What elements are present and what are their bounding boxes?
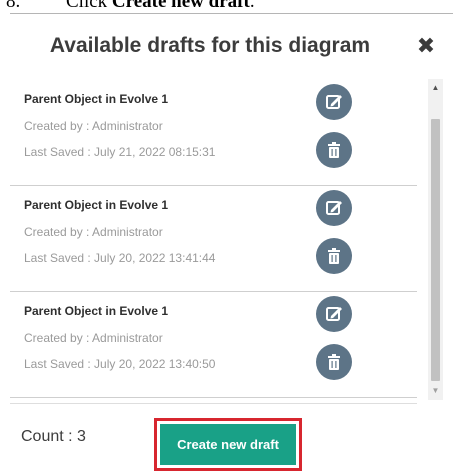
- draft-created-by: Created by : Administrator: [24, 119, 163, 133]
- draft-count: Count : 3: [21, 428, 86, 445]
- highlight-box: Create new draft: [154, 418, 302, 471]
- trash-icon: [328, 248, 340, 264]
- draft-dialog-page: 8. Click Create new draft. Available dra…: [0, 0, 453, 472]
- step-prefix: Click: [66, 0, 112, 12]
- draft-last-saved: Last Saved : July 20, 2022 13:40:50: [24, 357, 216, 371]
- draft-name: Parent Object in Evolve 1: [24, 304, 169, 318]
- draft-item: Parent Object in Evolve 1 Created by : A…: [10, 185, 417, 292]
- divider: [10, 403, 417, 404]
- step-emphasis: Create new draft: [111, 0, 250, 12]
- delete-draft-button[interactable]: [316, 132, 352, 168]
- delete-draft-button[interactable]: [316, 238, 352, 274]
- scrollbar[interactable]: ▲ ▼: [428, 79, 443, 400]
- trash-icon: [328, 354, 340, 370]
- edit-icon: [326, 307, 342, 321]
- scroll-up-arrow-icon[interactable]: ▲: [428, 79, 443, 97]
- scroll-down-arrow-icon[interactable]: ▼: [428, 382, 443, 400]
- draft-item: Parent Object in Evolve 1 Created by : A…: [10, 79, 417, 186]
- edit-icon: [326, 95, 342, 109]
- edit-icon: [326, 201, 342, 215]
- divider: [10, 13, 453, 14]
- edit-draft-button[interactable]: [316, 296, 352, 332]
- edit-draft-button[interactable]: [316, 84, 352, 120]
- step-text: Click Create new draft.: [66, 0, 255, 12]
- step-number: 8.: [6, 0, 21, 12]
- step-suffix: .: [249, 0, 255, 12]
- dialog-title: Available drafts for this diagram: [49, 34, 371, 57]
- close-icon[interactable]: ✖: [412, 32, 440, 60]
- draft-last-saved: Last Saved : July 21, 2022 08:15:31: [24, 145, 216, 159]
- draft-created-by: Created by : Administrator: [24, 225, 163, 239]
- trash-icon: [328, 142, 340, 158]
- drafts-list[interactable]: Parent Object in Evolve 1 Created by : A…: [10, 79, 443, 400]
- draft-created-by: Created by : Administrator: [24, 331, 163, 345]
- scroll-thumb[interactable]: [431, 119, 440, 381]
- draft-name: Parent Object in Evolve 1: [24, 198, 169, 212]
- draft-last-saved: Last Saved : July 20, 2022 13:41:44: [24, 251, 216, 265]
- create-new-draft-button[interactable]: Create new draft: [160, 424, 296, 465]
- delete-draft-button[interactable]: [316, 344, 352, 380]
- draft-item: Parent Object in Evolve 1 Created by : A…: [10, 291, 417, 398]
- draft-name: Parent Object in Evolve 1: [24, 92, 169, 106]
- edit-draft-button[interactable]: [316, 190, 352, 226]
